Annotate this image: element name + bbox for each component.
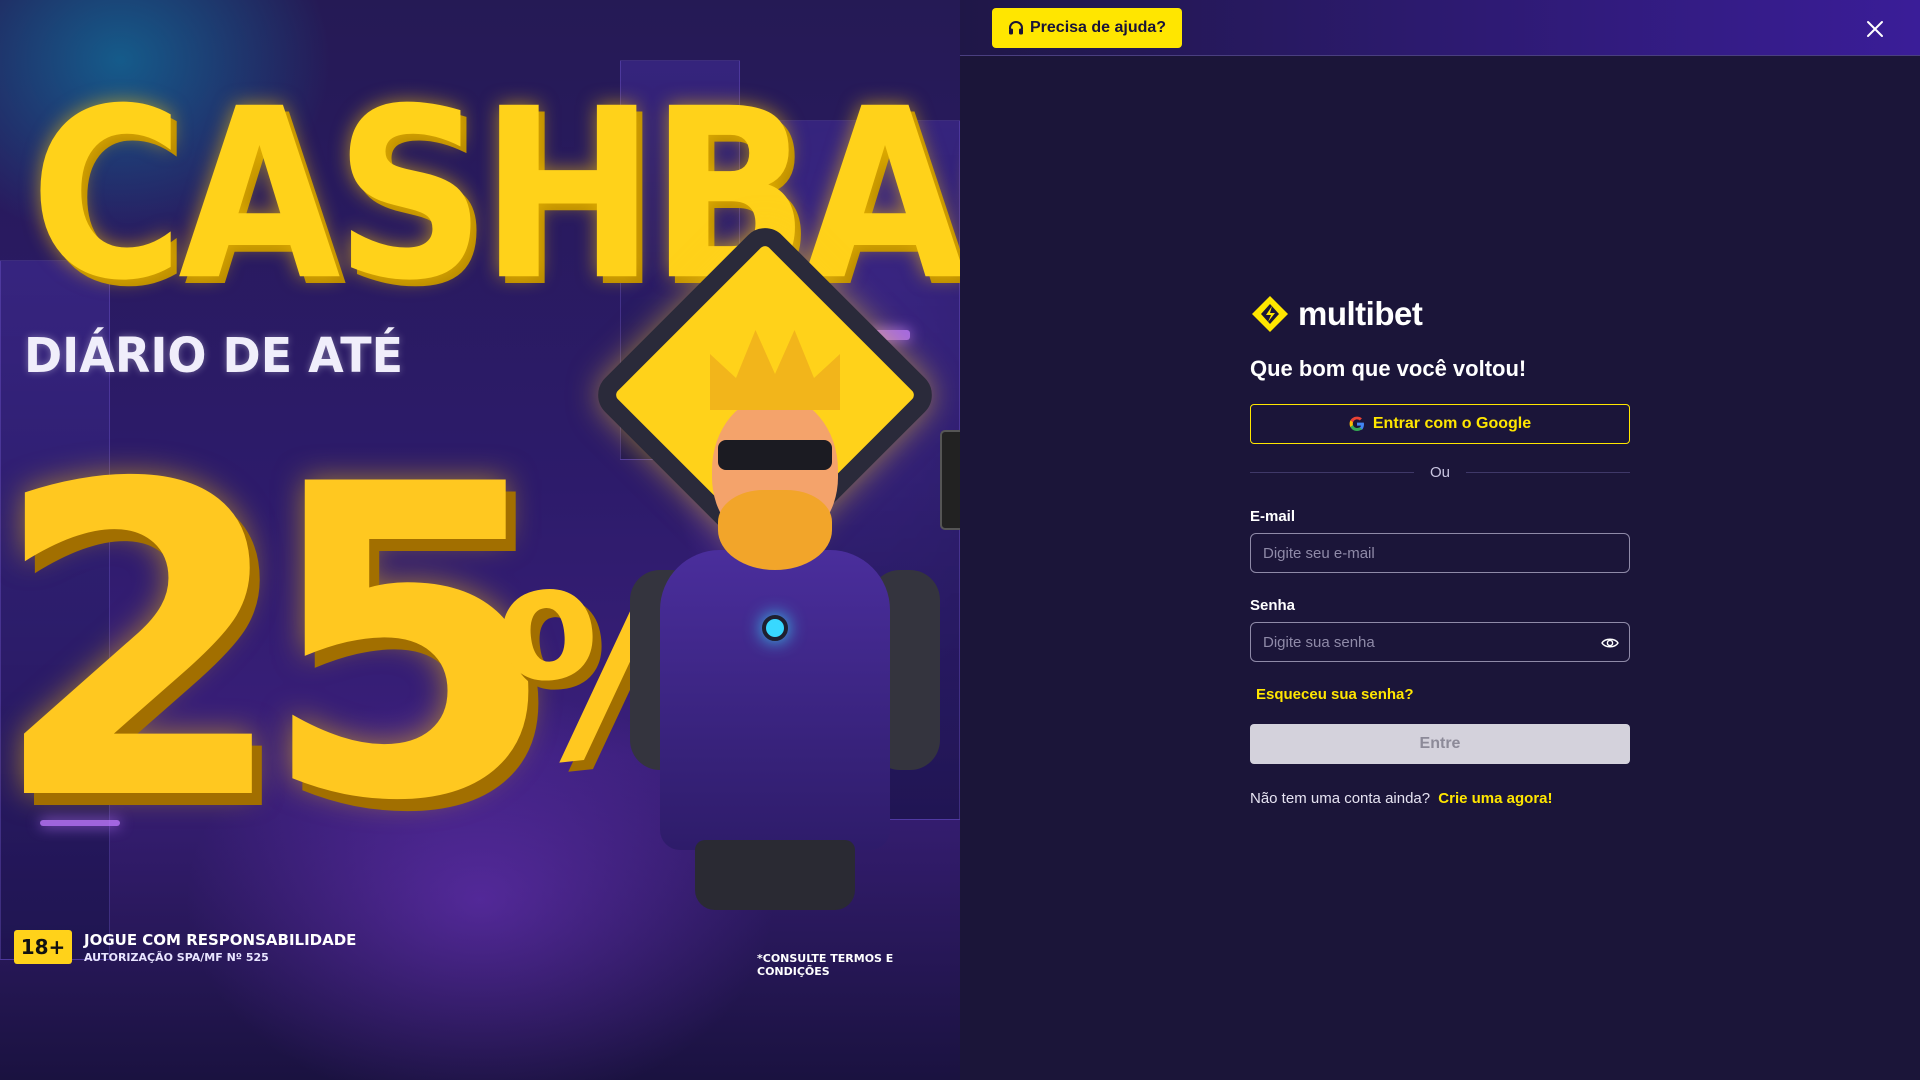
help-button[interactable]: Precisa de ajuda? xyxy=(992,8,1183,48)
email-field[interactable] xyxy=(1251,534,1629,572)
promo-subheadline: DIÁRIO DE ATÉ xyxy=(24,326,404,384)
google-signin-label: Entrar com o Google xyxy=(1372,415,1532,432)
promo-banner: CASHBACK DIÁRIO DE ATÉ 25 % 18+ JOGUE CO… xyxy=(0,0,960,1080)
brand-name: multibet xyxy=(1298,295,1423,332)
headset-icon xyxy=(1009,21,1023,35)
age-rating-badge: 18+ xyxy=(14,930,72,964)
divider-label: Ou xyxy=(1430,463,1451,481)
email-field-wrapper xyxy=(1250,533,1630,573)
brand-logo: multibet xyxy=(1250,292,1630,336)
password-field[interactable] xyxy=(1251,623,1629,661)
mascot-core-light xyxy=(762,615,788,641)
login-form: multibet Que bom que você voltou! Entrar… xyxy=(1250,292,1631,807)
signup-prompt: Não tem uma conta ainda? Crie uma agora! xyxy=(1250,790,1630,807)
password-label: Senha xyxy=(1250,597,1296,614)
mascot-illustration xyxy=(588,218,960,910)
email-label: E-mail xyxy=(1250,508,1296,525)
password-field-wrapper xyxy=(1250,622,1630,662)
responsibility-notice: 18+ JOGUE COM RESPONSABILIDADE AUTORIZAÇ… xyxy=(14,930,356,964)
page-title: Que bom que você voltou! xyxy=(1250,356,1527,381)
mascot-beard xyxy=(718,490,832,570)
terms-notice: *CONSULTE TERMOS E CONDIÇÕES xyxy=(757,952,894,978)
signup-link[interactable]: Crie uma agora! xyxy=(1438,790,1552,807)
or-divider: Ou xyxy=(1250,462,1631,482)
mascot-coat xyxy=(660,550,890,850)
responsibility-text: JOGUE COM RESPONSABILIDADE xyxy=(84,930,357,949)
close-button[interactable] xyxy=(1860,14,1890,44)
mascot-sunglasses xyxy=(718,440,832,470)
signup-prompt-text: Não tem uma conta ainda? xyxy=(1250,790,1431,807)
multibet-logo-icon xyxy=(1252,296,1288,332)
promo-percent-number: 25 xyxy=(0,395,558,895)
login-panel: Precisa de ajuda? multibet Que bom que v… xyxy=(960,0,1920,1080)
help-button-label: Precisa de ajuda? xyxy=(1030,19,1167,36)
divider-line xyxy=(1250,471,1414,473)
top-bar: Precisa de ajuda? xyxy=(960,0,1920,56)
show-password-eye-icon[interactable] xyxy=(1601,634,1619,652)
google-icon xyxy=(1349,416,1364,431)
forgot-password-link[interactable]: Esqueceu sua senha? xyxy=(1256,686,1414,703)
close-icon xyxy=(1867,21,1883,37)
divider-line xyxy=(1466,471,1631,473)
phone-icon xyxy=(940,430,960,530)
google-signin-button[interactable]: Entrar com o Google xyxy=(1250,404,1630,444)
authorization-text: AUTORIZAÇÃO SPA/MF Nº 525 xyxy=(84,950,269,964)
login-submit-button[interactable]: Entre xyxy=(1250,724,1630,764)
mascot-legs xyxy=(695,840,855,910)
